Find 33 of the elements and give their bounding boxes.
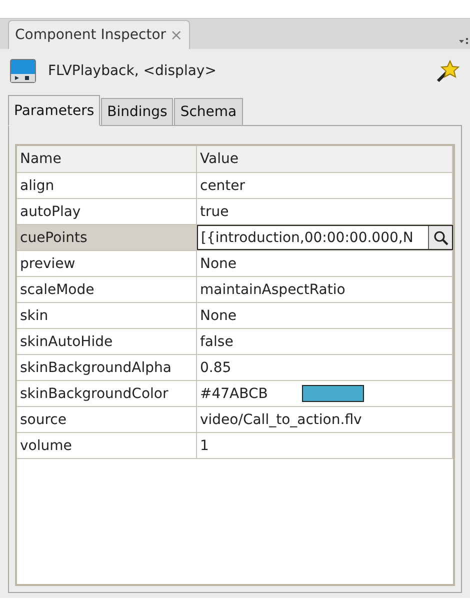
- property-value: #47ABCB: [200, 386, 268, 402]
- column-header: Name: [17, 146, 197, 172]
- property-value: 1: [197, 433, 453, 458]
- property-name[interactable]: scaleMode: [17, 277, 197, 302]
- property-name[interactable]: cuePoints: [17, 225, 197, 250]
- property-name[interactable]: skinAutoHide: [17, 329, 197, 354]
- property-value: None: [197, 251, 453, 276]
- video-player-icon: [10, 59, 36, 83]
- property-value: None: [197, 303, 453, 328]
- property-name[interactable]: align: [17, 173, 197, 198]
- property-value: true: [197, 199, 453, 224]
- property-value: video/Call_to_action.flv: [197, 407, 453, 432]
- property-name[interactable]: skinBackgroundAlpha: [17, 355, 197, 380]
- property-value: maintainAspectRatio: [197, 277, 453, 302]
- property-name[interactable]: volume: [17, 433, 197, 458]
- property-value: center: [197, 173, 453, 198]
- tab[interactable]: Bindings: [101, 98, 174, 125]
- tab[interactable]: Parameters: [8, 95, 100, 126]
- property-name[interactable]: preview: [17, 251, 197, 276]
- panel-menu-icon[interactable]: [458, 37, 468, 47]
- property-name[interactable]: source: [17, 407, 197, 432]
- panel-title[interactable]: Component Inspector: [15, 27, 166, 43]
- property-name[interactable]: skinBackgroundColor: [17, 381, 197, 406]
- property-name[interactable]: skin: [17, 303, 197, 328]
- property-value: false: [197, 329, 453, 354]
- star-wand-icon[interactable]: [436, 59, 460, 83]
- search-button[interactable]: [428, 226, 452, 249]
- tab[interactable]: Schema: [174, 98, 243, 125]
- column-header: Value: [197, 146, 453, 172]
- property-name[interactable]: autoPlay: [17, 199, 197, 224]
- property-value: 0.85: [197, 355, 453, 380]
- color-swatch[interactable]: [302, 385, 364, 402]
- component-label: FLVPlayback, <display>: [48, 63, 218, 79]
